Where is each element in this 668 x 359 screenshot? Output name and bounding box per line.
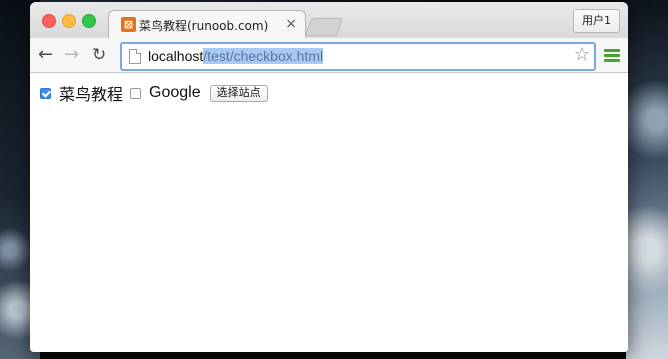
close-window-button[interactable] <box>42 14 56 28</box>
maximize-window-button[interactable] <box>82 14 96 28</box>
desktop-background-right <box>626 0 668 359</box>
runoob-favicon-icon: ⊠ <box>121 17 136 32</box>
browser-toolbar: ← → ↻ localhost/test/checkbox.html ☆ <box>30 38 628 73</box>
tab-title: 菜鸟教程(runoob.com) <box>139 19 269 33</box>
page-content: 菜鸟教程 Google 选择站点 <box>30 73 628 352</box>
user-profile-button[interactable]: 用户1 <box>573 9 620 33</box>
address-bar[interactable]: localhost/test/checkbox.html ☆ <box>120 42 596 71</box>
browser-menu-icon[interactable] <box>604 49 620 62</box>
url-path-selected: /test/checkbox.html <box>203 48 324 64</box>
label-google: Google <box>149 84 201 101</box>
minimize-window-button[interactable] <box>62 14 76 28</box>
title-bar: ⊠ 菜鸟教程(runoob.com) × 用户1 <box>30 2 628 39</box>
new-tab-button[interactable] <box>304 18 344 36</box>
checkbox-runoob[interactable] <box>40 87 51 99</box>
tab-close-icon[interactable]: × <box>285 16 297 32</box>
url-host: localhost <box>148 48 204 64</box>
address-url[interactable]: localhost/test/checkbox.html <box>148 47 324 65</box>
checkbox-google[interactable] <box>130 87 142 99</box>
label-runoob: 菜鸟教程 <box>59 87 124 104</box>
forward-arrow-icon[interactable]: → <box>64 45 79 65</box>
page-icon <box>129 49 141 64</box>
browser-tab[interactable]: ⊠ 菜鸟教程(runoob.com) × <box>108 10 306 39</box>
browser-window: ⊠ 菜鸟教程(runoob.com) × 用户1 ← → ↻ localhost… <box>30 2 628 352</box>
back-arrow-icon[interactable]: ← <box>38 45 53 65</box>
reload-icon[interactable]: ↻ <box>92 45 106 65</box>
bookmark-star-icon[interactable]: ☆ <box>574 45 590 65</box>
select-site-button[interactable]: 选择站点 <box>209 84 268 102</box>
site-selection-form: 菜鸟教程 Google 选择站点 <box>40 81 268 105</box>
